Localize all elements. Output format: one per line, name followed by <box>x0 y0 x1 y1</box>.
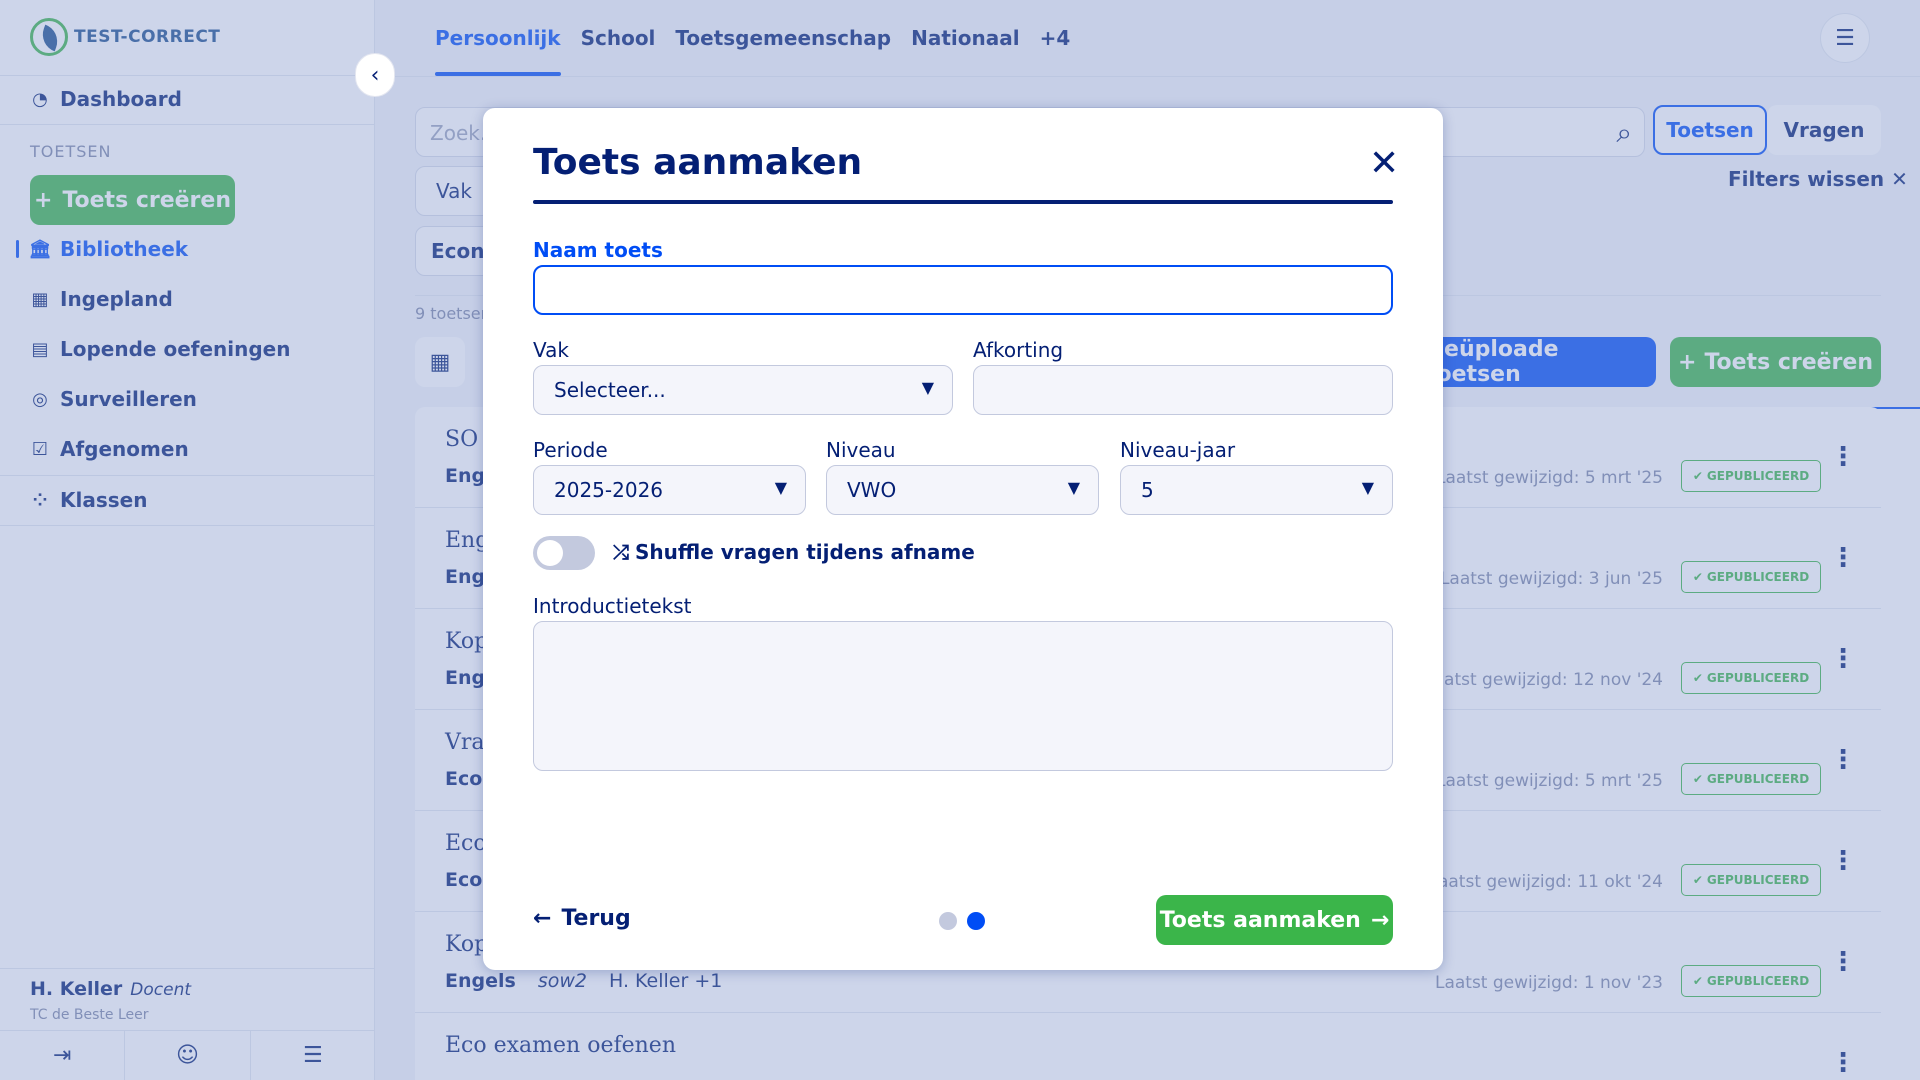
toggle-knob <box>537 540 563 566</box>
arrow-right-icon: → <box>1370 907 1390 933</box>
select-value: 2025-2026 <box>554 478 664 502</box>
shuffle-icon: ⤮ <box>613 540 629 564</box>
modal-title: Toets aanmaken <box>533 142 863 183</box>
step-dot <box>939 912 957 930</box>
select-value: 5 <box>1141 478 1154 502</box>
close-icon[interactable]: ✕ <box>1369 146 1399 182</box>
afkorting-label: Afkorting <box>973 338 1064 362</box>
arrow-left-icon: ← <box>533 906 552 931</box>
step-dot-active <box>967 912 985 930</box>
intro-textarea[interactable] <box>533 621 1393 771</box>
vak-label: Vak <box>533 338 569 362</box>
name-label: Naam toets <box>533 238 663 262</box>
niveau-select[interactable]: VWO ▼ <box>826 465 1099 515</box>
niveaujaar-select[interactable]: 5 ▼ <box>1120 465 1393 515</box>
select-value: VWO <box>847 478 897 502</box>
create-test-submit-button[interactable]: Toets aanmaken → <box>1156 895 1393 945</box>
chevron-down-icon: ▼ <box>921 378 934 397</box>
afkorting-field[interactable] <box>973 365 1393 415</box>
collapse-sidebar-button[interactable]: ‹ <box>355 53 395 97</box>
shuffle-label: Shuffle vragen tijdens afname <box>635 540 975 564</box>
chevron-down-icon: ▼ <box>1361 478 1374 497</box>
select-value: Selecteer... <box>554 378 666 402</box>
periode-select[interactable]: 2025-2026 ▼ <box>533 465 806 515</box>
periode-label: Periode <box>533 438 608 462</box>
chevron-down-icon: ▼ <box>774 478 787 497</box>
divider <box>533 200 1393 204</box>
back-button[interactable]: ← Terug <box>533 906 631 931</box>
shuffle-toggle[interactable] <box>533 536 595 570</box>
chevron-down-icon: ▼ <box>1067 478 1080 497</box>
create-test-modal: Toets aanmaken ✕ Naam toets Vak Selectee… <box>483 108 1443 970</box>
button-label: Toets aanmaken <box>1159 907 1361 933</box>
button-label: Terug <box>561 906 631 931</box>
chevron-left-icon: ‹ <box>370 62 380 88</box>
intro-label: Introductietekst <box>533 594 692 618</box>
shuffle-label-row: ⤮ Shuffle vragen tijdens afname <box>613 540 975 564</box>
vak-select[interactable]: Selecteer... ▼ <box>533 365 953 415</box>
niveaujaar-label: Niveau-jaar <box>1120 438 1236 462</box>
niveau-label: Niveau <box>826 438 896 462</box>
test-name-field[interactable] <box>533 265 1393 315</box>
step-indicator <box>939 912 985 930</box>
